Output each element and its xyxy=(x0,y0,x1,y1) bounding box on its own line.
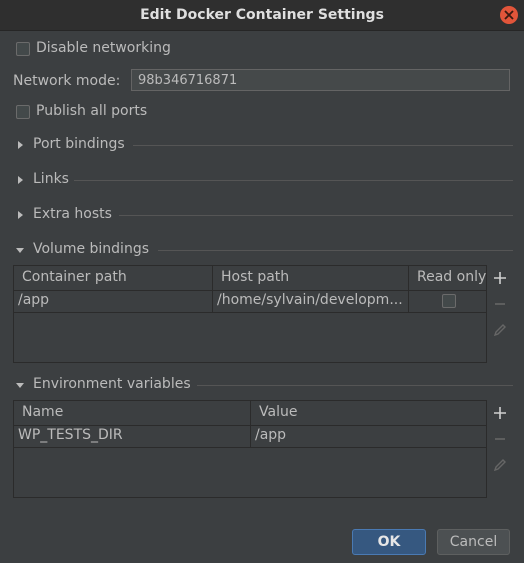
environment-variables-section[interactable]: Environment variables xyxy=(16,376,513,393)
section-divider xyxy=(133,145,513,146)
table-header: Name Value xyxy=(14,401,486,426)
column-header-name[interactable]: Name xyxy=(14,401,251,425)
edit-volume-button[interactable] xyxy=(489,319,511,341)
cancel-button[interactable]: Cancel xyxy=(437,529,510,555)
env-name-cell[interactable]: WP_TESTS_DIR xyxy=(14,425,251,447)
pencil-icon xyxy=(493,324,506,337)
network-mode-label: Network mode: xyxy=(13,73,121,89)
network-mode-input[interactable]: 98b346716871 xyxy=(131,69,510,91)
close-button[interactable] xyxy=(500,6,518,24)
column-header-host-path[interactable]: Host path xyxy=(213,266,409,290)
minus-icon xyxy=(495,303,505,305)
disable-networking-label: Disable networking xyxy=(36,40,171,56)
column-header-value[interactable]: Value xyxy=(251,401,488,425)
remove-volume-button[interactable] xyxy=(489,293,511,315)
volume-bindings-section[interactable]: Volume bindings xyxy=(16,241,513,258)
add-volume-button[interactable] xyxy=(489,267,511,289)
remove-env-variable-button[interactable] xyxy=(489,428,511,450)
triangle-right-icon xyxy=(18,211,23,219)
publish-all-ports-checkbox[interactable] xyxy=(16,105,30,119)
env-value-cell[interactable]: /app xyxy=(251,425,488,447)
column-header-container-path[interactable]: Container path xyxy=(14,266,213,290)
triangle-right-icon xyxy=(18,176,23,184)
title-bar: Edit Docker Container Settings xyxy=(0,0,524,31)
dialog-title: Edit Docker Container Settings xyxy=(140,7,384,23)
volume-bindings-label: Volume bindings xyxy=(33,241,149,257)
disable-networking-checkbox[interactable] xyxy=(16,42,30,56)
plus-icon xyxy=(494,272,506,284)
plus-icon xyxy=(494,407,506,419)
table-row[interactable]: WP_TESTS_DIR /app xyxy=(14,425,486,448)
read-only-checkbox[interactable] xyxy=(442,294,456,308)
close-icon xyxy=(504,10,514,20)
section-divider xyxy=(74,180,513,181)
host-path-cell[interactable]: /home/sylvain/developm... xyxy=(213,290,409,312)
pencil-icon xyxy=(493,459,506,472)
environment-variables-label: Environment variables xyxy=(33,376,191,392)
section-divider xyxy=(197,385,513,386)
table-header: Container path Host path Read only xyxy=(14,266,486,291)
triangle-down-icon xyxy=(16,383,24,388)
table-row[interactable]: /app /home/sylvain/developm... xyxy=(14,290,486,313)
extra-hosts-section[interactable]: Extra hosts xyxy=(16,206,513,223)
section-divider xyxy=(119,215,513,216)
edit-env-variable-button[interactable] xyxy=(489,454,511,476)
ok-button[interactable]: OK xyxy=(352,529,426,555)
minus-icon xyxy=(495,438,505,440)
column-header-read-only[interactable]: Read only xyxy=(409,266,488,290)
port-bindings-label: Port bindings xyxy=(33,136,125,152)
environment-variables-table: Name Value WP_TESTS_DIR /app xyxy=(13,400,487,498)
triangle-right-icon xyxy=(18,141,23,149)
add-env-variable-button[interactable] xyxy=(489,402,511,424)
read-only-cell[interactable] xyxy=(409,290,488,312)
section-divider xyxy=(158,250,513,251)
container-path-cell[interactable]: /app xyxy=(14,290,213,312)
volume-bindings-table: Container path Host path Read only /app … xyxy=(13,265,487,363)
links-label: Links xyxy=(33,171,69,187)
port-bindings-section[interactable]: Port bindings xyxy=(16,136,513,153)
publish-all-ports-label: Publish all ports xyxy=(36,103,148,119)
triangle-down-icon xyxy=(16,248,24,253)
links-section[interactable]: Links xyxy=(16,171,513,188)
extra-hosts-label: Extra hosts xyxy=(33,206,112,222)
